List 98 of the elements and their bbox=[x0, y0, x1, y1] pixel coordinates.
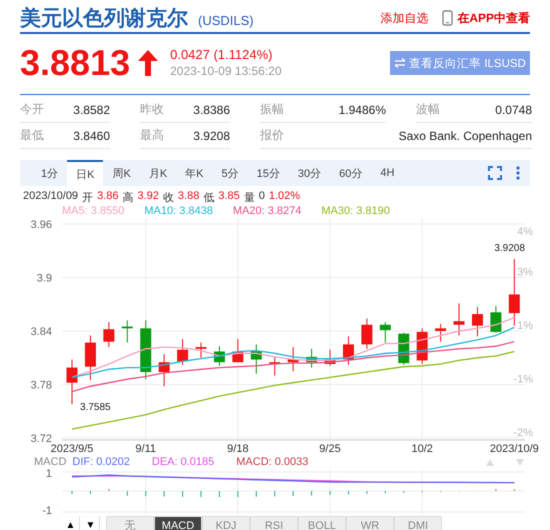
percent-axis-label: 3% bbox=[517, 266, 533, 278]
candlestick bbox=[435, 323, 446, 342]
ohlc-value: 0 bbox=[258, 190, 265, 204]
percent-axis-label: 1% bbox=[517, 320, 533, 332]
swap-icon bbox=[394, 58, 406, 68]
macd-axis-label: -1 bbox=[42, 505, 52, 516]
ohlc-value: 3.86 bbox=[97, 190, 118, 204]
period-tab[interactable]: 日K bbox=[67, 160, 104, 186]
candlestick bbox=[342, 336, 354, 366]
stat-value: 3.9208 bbox=[193, 128, 230, 142]
percent-axis-label: -2% bbox=[513, 427, 533, 439]
candlestick bbox=[306, 348, 318, 368]
ohlc-value: 3.92 bbox=[137, 190, 159, 204]
x-axis-label: 10/2 bbox=[411, 443, 433, 455]
candlestick bbox=[472, 306, 483, 337]
ohlc-value: 3.85 bbox=[218, 190, 240, 204]
candlestick bbox=[288, 346, 299, 372]
ma-legend: MA10: 3.8438 bbox=[144, 205, 213, 218]
ohlc-change: 1.02% bbox=[268, 190, 300, 204]
candlestick bbox=[158, 354, 170, 387]
candlestick bbox=[122, 320, 133, 344]
period-tab[interactable]: 5分 bbox=[212, 160, 248, 186]
ohlc-label: 量 bbox=[244, 191, 255, 205]
ohlc-value: 3.88 bbox=[178, 190, 200, 204]
indicator-tab[interactable]: MACD bbox=[154, 516, 202, 530]
y-axis-label: 3.9 bbox=[36, 272, 52, 284]
fullscreen-icon[interactable] bbox=[488, 166, 502, 180]
candlestick bbox=[177, 338, 188, 366]
y-axis-label: 3.72 bbox=[30, 433, 52, 445]
macd-label: MACD bbox=[34, 456, 66, 468]
ohlc-label: 高 bbox=[122, 190, 134, 205]
ohlc-label: 低 bbox=[203, 191, 214, 205]
ohlc-label: 收 bbox=[162, 191, 174, 205]
period-tab[interactable]: 30分 bbox=[288, 160, 330, 186]
candlestick bbox=[361, 318, 372, 350]
currency-title: 美元以色列谢克尔 bbox=[20, 6, 188, 32]
candle-date: 2023/10/09 bbox=[23, 190, 78, 204]
period-tab[interactable]: 60分 bbox=[330, 160, 372, 186]
price-annotation: 3.7585 bbox=[80, 402, 111, 414]
x-axis-label: 9/18 bbox=[227, 443, 249, 455]
stat-value: Saxo Bank. Copenhagen bbox=[398, 128, 532, 142]
price: 3.8813 bbox=[20, 42, 130, 84]
x-axis-label: 2023/10/9 bbox=[490, 443, 539, 455]
ma-legend: MA30: 3.8190 bbox=[321, 205, 390, 218]
candlestick bbox=[490, 306, 502, 334]
x-axis-label: 9/25 bbox=[319, 443, 341, 455]
stat-value: 1.9486% bbox=[338, 102, 386, 116]
stat-value: 0.0748 bbox=[495, 102, 532, 116]
stat-label: 最低 bbox=[20, 127, 44, 144]
percent-axis-label: -1% bbox=[513, 374, 533, 386]
quote-time: 2023-10-09 13:56:20 bbox=[170, 63, 282, 79]
x-axis-label: 9/11 bbox=[135, 443, 156, 455]
period-tab[interactable]: 1分 bbox=[32, 160, 68, 186]
candlestick bbox=[380, 322, 391, 344]
candlestick bbox=[454, 302, 465, 336]
app-link[interactable]: 在APP中查看 bbox=[457, 10, 530, 26]
candlestick bbox=[250, 344, 262, 374]
candlestick bbox=[196, 342, 206, 358]
macd-legend: MACD: 0.0033 bbox=[236, 456, 308, 468]
stat-value: 3.8582 bbox=[73, 102, 110, 116]
period-tab[interactable]: 15分 bbox=[248, 160, 289, 186]
phone-icon bbox=[442, 10, 454, 26]
macd-axis-label: 1 bbox=[46, 468, 52, 480]
candlestick bbox=[84, 334, 96, 381]
stat-label: 波幅 bbox=[416, 101, 440, 118]
stat-label: 振幅 bbox=[260, 101, 284, 118]
candlestick bbox=[324, 349, 336, 366]
currency-code: (USDILS) bbox=[198, 12, 254, 28]
period-tab[interactable]: 周K bbox=[103, 160, 140, 186]
stat-label: 今开 bbox=[20, 101, 44, 118]
ma-legend: MA5: 3.8550 bbox=[62, 205, 124, 218]
candlestick bbox=[103, 322, 114, 348]
candlestick bbox=[66, 359, 78, 405]
x-axis-label: 2023/9/5 bbox=[50, 443, 94, 455]
price-change: 0.0427 (1.1124%) bbox=[170, 47, 274, 63]
stat-label: 昨收 bbox=[140, 101, 164, 118]
ma-legend: MA20: 3.8274 bbox=[232, 205, 302, 218]
candlestick bbox=[232, 338, 244, 363]
y-axis-label: 3.84 bbox=[30, 326, 52, 338]
stat-value: 3.8386 bbox=[193, 102, 230, 116]
stat-label: 最高 bbox=[140, 127, 164, 144]
stat-value: 3.8460 bbox=[73, 128, 110, 142]
add-watchlist-link[interactable]: 添加自选 bbox=[380, 10, 428, 26]
period-tab[interactable]: 月K bbox=[140, 160, 176, 186]
candlestick bbox=[140, 320, 152, 380]
price-annotation: 3.9208 bbox=[494, 242, 525, 254]
ohlc-label: 开 bbox=[82, 191, 94, 205]
candlestick bbox=[269, 356, 280, 376]
y-axis-label: 3.96 bbox=[30, 219, 52, 231]
macd-legend: DIF: 0.0202 bbox=[72, 456, 130, 468]
period-tab[interactable]: 4H bbox=[371, 160, 404, 186]
stat-label: 报价 bbox=[260, 127, 284, 144]
period-tab[interactable]: 年K bbox=[176, 160, 212, 186]
more-icon[interactable] bbox=[516, 166, 520, 180]
percent-axis-label: 4% bbox=[517, 226, 533, 238]
macd-legend: DEA: 0.0185 bbox=[152, 456, 214, 468]
candlestick bbox=[214, 346, 225, 366]
y-axis-label: 3.78 bbox=[30, 380, 52, 392]
